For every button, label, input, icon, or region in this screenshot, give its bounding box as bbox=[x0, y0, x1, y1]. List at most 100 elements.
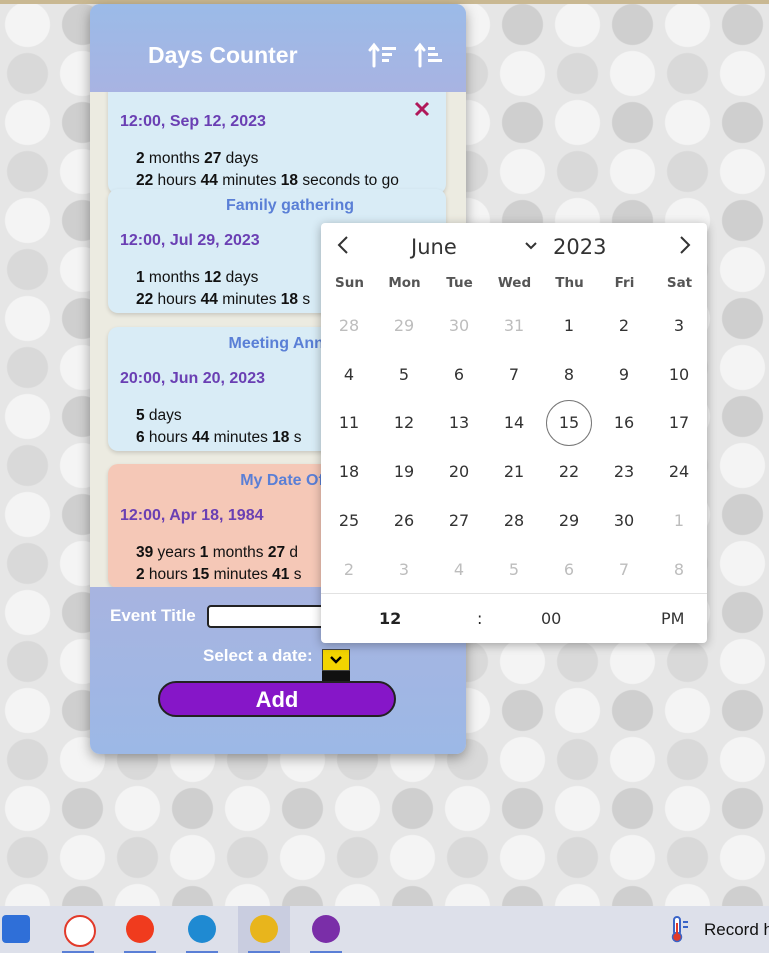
time-hour[interactable]: 12 bbox=[379, 609, 401, 628]
calendar-day[interactable]: 12 bbox=[381, 400, 427, 446]
taskbar-item[interactable] bbox=[114, 906, 166, 953]
remaining-unit: minutes bbox=[209, 566, 273, 583]
calendar-day[interactable]: 8 bbox=[656, 547, 702, 593]
remaining-unit: months bbox=[144, 269, 205, 286]
close-icon[interactable] bbox=[412, 100, 432, 120]
weekday-header: Tue bbox=[446, 275, 473, 291]
calendar-day[interactable]: 4 bbox=[326, 352, 372, 398]
time-separator: : bbox=[477, 609, 483, 628]
time-minute[interactable]: 00 bbox=[541, 609, 561, 628]
calendar-day[interactable]: 31 bbox=[491, 303, 537, 349]
year-select[interactable]: 2023 bbox=[553, 235, 606, 259]
chevron-right-icon bbox=[680, 236, 691, 254]
thermometer-icon[interactable] bbox=[666, 915, 690, 943]
select-date-label: Select a date: bbox=[203, 646, 313, 665]
date-picker-toggle[interactable] bbox=[322, 649, 350, 671]
calendar-day[interactable]: 4 bbox=[436, 547, 482, 593]
calendar-day[interactable]: 3 bbox=[656, 303, 702, 349]
app-title: Days Counter bbox=[148, 42, 298, 68]
add-button[interactable]: Add bbox=[158, 681, 396, 717]
event-date: 20:00, Jun 20, 2023 bbox=[120, 370, 265, 387]
calendar-day[interactable]: 2 bbox=[601, 303, 647, 349]
calendar-day[interactable]: 30 bbox=[601, 498, 647, 544]
calendar-day[interactable]: 28 bbox=[491, 498, 537, 544]
remaining-unit: minutes bbox=[217, 291, 281, 308]
calendar-day[interactable]: 24 bbox=[656, 449, 702, 495]
remaining-number: 2 bbox=[136, 150, 145, 167]
event-remaining: 2 months 27 days 22 hours 44 minutes 18 s… bbox=[136, 148, 399, 192]
calendar-day[interactable]: 7 bbox=[491, 352, 537, 398]
month-select[interactable]: June bbox=[411, 235, 457, 259]
remaining-number: 27 bbox=[204, 150, 222, 167]
event-card[interactable]: 12:00, Sep 12, 2023 2 months 27 days 22 ho… bbox=[108, 92, 446, 194]
calendar-day[interactable]: 26 bbox=[381, 498, 427, 544]
remaining-line: 2 hours 15 minutes 41 s bbox=[136, 564, 301, 586]
calendar-day[interactable]: 23 bbox=[601, 449, 647, 495]
remaining-line: 6 hours 44 minutes 18 s bbox=[136, 427, 301, 449]
calendar-day[interactable]: 6 bbox=[436, 352, 482, 398]
sort-ascending-button[interactable] bbox=[368, 42, 400, 70]
month-dropdown-icon[interactable] bbox=[524, 235, 538, 261]
calendar-day[interactable]: 7 bbox=[601, 547, 647, 593]
event-title-label: Event Title bbox=[110, 606, 196, 625]
event-date: 12:00, Sep 12, 2023 bbox=[120, 113, 266, 130]
calendar-day[interactable]: 21 bbox=[491, 449, 537, 495]
calendar-day[interactable]: 17 bbox=[656, 400, 702, 446]
calendar-day[interactable]: 18 bbox=[326, 449, 372, 495]
calendar-day[interactable]: 16 bbox=[601, 400, 647, 446]
remaining-number: 18 bbox=[280, 291, 299, 308]
calendar-day[interactable]: 28 bbox=[326, 303, 372, 349]
yandex-browser-icon bbox=[64, 915, 96, 947]
calendar-day[interactable]: 1 bbox=[546, 303, 592, 349]
time-ampm[interactable]: PM bbox=[661, 609, 684, 628]
calendar-day[interactable]: 11 bbox=[326, 400, 372, 446]
calendar-day[interactable]: 20 bbox=[436, 449, 482, 495]
calendar-day[interactable]: 8 bbox=[546, 352, 592, 398]
calendar-day[interactable]: 15 bbox=[546, 400, 592, 446]
calendar-day[interactable]: 5 bbox=[381, 352, 427, 398]
calendar-day[interactable]: 13 bbox=[436, 400, 482, 446]
calendar-day[interactable]: 1 bbox=[656, 498, 702, 544]
remaining-line: 22 hours 44 minutes 18 s bbox=[136, 289, 310, 311]
weekday-header: Fri bbox=[614, 275, 635, 291]
remaining-number: 5 bbox=[136, 407, 145, 424]
remaining-number: 44 bbox=[200, 291, 218, 308]
remaining-unit: days bbox=[221, 269, 259, 286]
remaining-number: 12 bbox=[204, 269, 222, 286]
calendar-day[interactable]: 27 bbox=[436, 498, 482, 544]
calendar-day[interactable]: 6 bbox=[546, 547, 592, 593]
calendar-day[interactable]: 9 bbox=[601, 352, 647, 398]
calendar-day[interactable]: 19 bbox=[381, 449, 427, 495]
remaining-number: 6 bbox=[136, 429, 145, 446]
sort-descending-button[interactable] bbox=[414, 42, 446, 70]
calendar-day[interactable]: 30 bbox=[436, 303, 482, 349]
calendar-day[interactable]: 14 bbox=[491, 400, 537, 446]
calendar-day[interactable]: 29 bbox=[381, 303, 427, 349]
calendar-day[interactable]: 29 bbox=[546, 498, 592, 544]
next-month-button[interactable] bbox=[673, 235, 697, 259]
calendar-day[interactable]: 5 bbox=[491, 547, 537, 593]
remaining-unit: s bbox=[298, 291, 311, 308]
weekday-header: Wed bbox=[497, 275, 532, 291]
taskbar-item[interactable] bbox=[0, 906, 42, 953]
remaining-number: 44 bbox=[200, 172, 218, 189]
taskbar-item[interactable] bbox=[176, 906, 228, 953]
taskbar-item[interactable] bbox=[300, 906, 352, 953]
remaining-number: 22 bbox=[136, 172, 154, 189]
taskbar bbox=[0, 906, 769, 953]
calendar-day[interactable]: 22 bbox=[546, 449, 592, 495]
remaining-number: 18 bbox=[272, 429, 290, 446]
taskbar-item[interactable] bbox=[52, 906, 104, 953]
remaining-unit: days bbox=[221, 150, 259, 167]
app-header: Days Counter bbox=[90, 4, 466, 92]
calendar-day[interactable]: 25 bbox=[326, 498, 372, 544]
remaining-unit: minutes bbox=[217, 172, 281, 189]
remaining-unit: hours bbox=[153, 172, 201, 189]
calendar-day[interactable]: 2 bbox=[326, 547, 372, 593]
calendar-day[interactable]: 3 bbox=[381, 547, 427, 593]
calendar-day[interactable]: 10 bbox=[656, 352, 702, 398]
remaining-number: 41 bbox=[272, 566, 290, 583]
vscode-icon bbox=[188, 915, 216, 943]
taskbar-item[interactable] bbox=[238, 906, 290, 953]
prev-month-button[interactable] bbox=[331, 235, 355, 259]
